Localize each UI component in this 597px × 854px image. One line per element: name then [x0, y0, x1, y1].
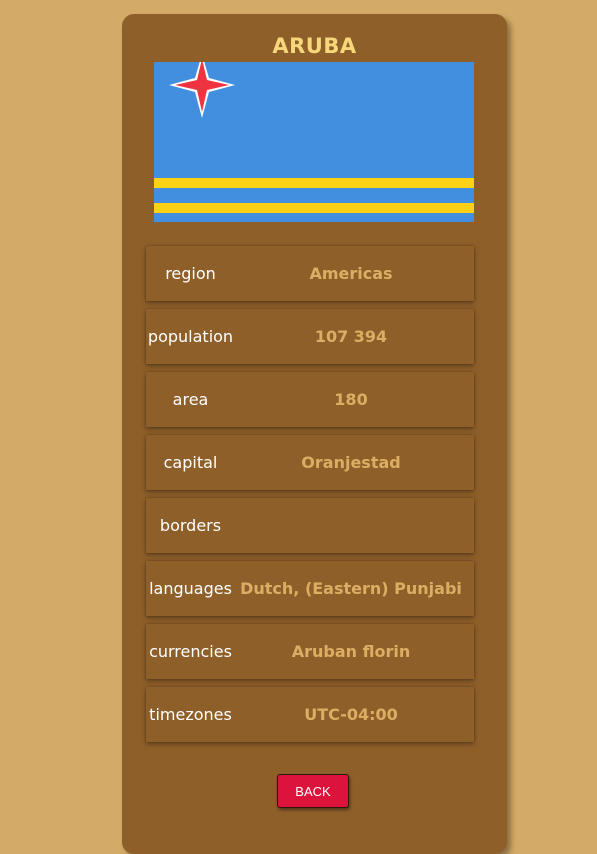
- detail-row-borders: borders: [146, 498, 474, 553]
- detail-row-currencies: currencies Aruban florin: [146, 624, 474, 679]
- details-list: region Americas population 107 394 area …: [146, 246, 474, 750]
- detail-value: [235, 498, 467, 553]
- detail-value: 180: [334, 390, 368, 409]
- detail-label: borders: [159, 516, 222, 535]
- detail-value: 107 394: [314, 327, 388, 346]
- detail-value: Oranjestad: [301, 453, 401, 472]
- flag-stripe-lower: [154, 203, 474, 213]
- detail-row-languages: languages Dutch, (Eastern) Punjabi: [146, 561, 474, 616]
- detail-label: region: [165, 264, 216, 283]
- detail-label: area: [172, 390, 209, 409]
- detail-label: population: [147, 327, 234, 346]
- detail-value: Americas: [309, 264, 393, 283]
- aruba-flag-icon: [154, 62, 474, 222]
- detail-label: currencies: [149, 642, 232, 661]
- detail-row-area: area 180: [146, 372, 474, 427]
- country-card: ARUBA region Americas population 107 394…: [122, 14, 507, 854]
- detail-label: capital: [163, 453, 218, 472]
- detail-row-timezones: timezones UTC-04:00: [146, 687, 474, 742]
- detail-row-population: population 107 394: [146, 309, 474, 364]
- detail-label: timezones: [149, 705, 232, 724]
- detail-label: languages: [149, 579, 232, 598]
- detail-value: Dutch, (Eastern) Punjabi: [240, 579, 462, 598]
- detail-row-capital: capital Oranjestad: [146, 435, 474, 490]
- detail-row-region: region Americas: [146, 246, 474, 301]
- back-button[interactable]: BACK: [277, 774, 349, 808]
- detail-value: UTC-04:00: [304, 705, 398, 724]
- country-title: ARUBA: [272, 34, 357, 58]
- flag-stripe-upper: [154, 178, 474, 188]
- detail-value: Aruban florin: [291, 642, 411, 661]
